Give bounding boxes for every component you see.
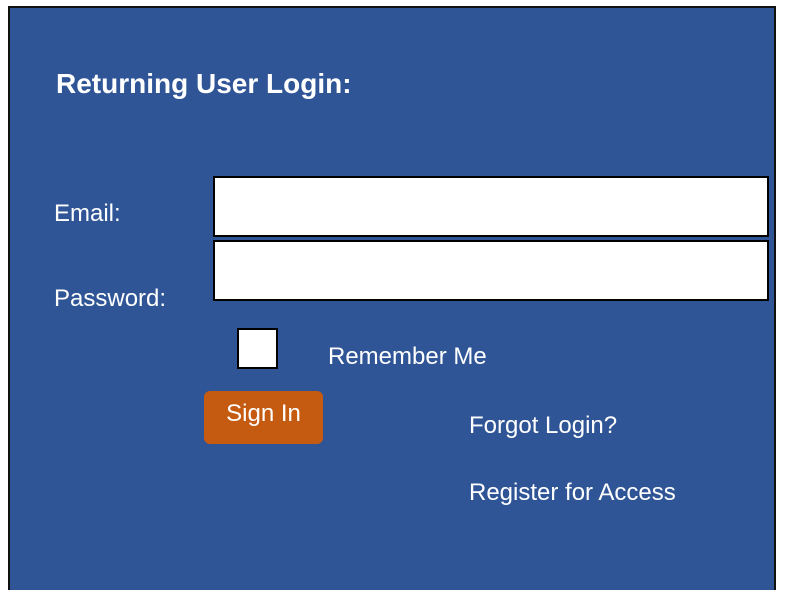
remember-me-label: Remember Me <box>328 343 487 370</box>
password-label: Password: <box>54 285 167 312</box>
email-field[interactable] <box>213 176 769 237</box>
sign-in-button[interactable]: Sign In <box>204 391 323 444</box>
password-field[interactable] <box>213 240 769 301</box>
register-for-access-link[interactable]: Register for Access <box>469 479 676 507</box>
forgot-login-link[interactable]: Forgot Login? <box>469 412 617 440</box>
email-label: Email: <box>54 200 121 227</box>
login-panel: Returning User Login: Email: Password: R… <box>8 6 776 590</box>
remember-me-checkbox[interactable] <box>237 328 278 369</box>
login-title: Returning User Login: <box>56 68 352 99</box>
